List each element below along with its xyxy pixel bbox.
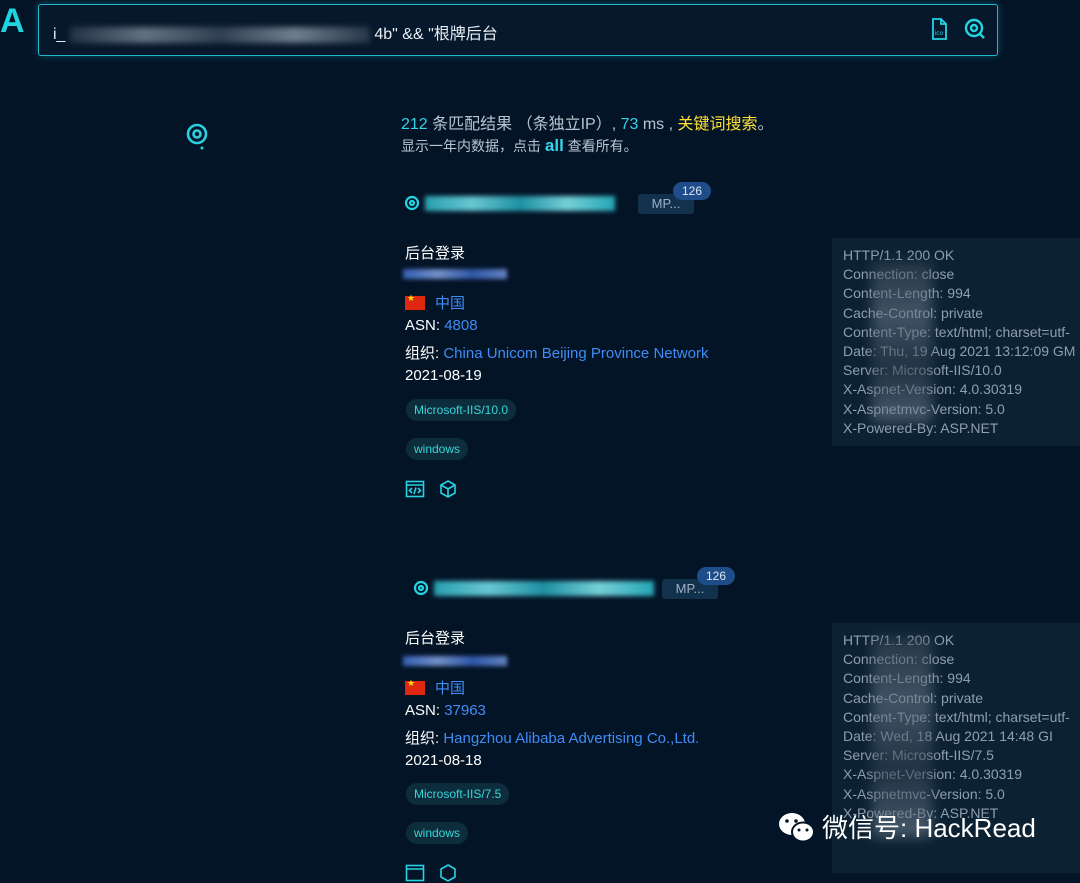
redaction-overlay: [872, 262, 932, 422]
asn-label: ASN:: [405, 702, 445, 719]
wechat-watermark: 微信号: HackRead: [778, 808, 1036, 845]
count-badge: 126: [673, 182, 711, 200]
china-flag-icon: [405, 293, 425, 310]
search-bar[interactable]: i_ 4b" && "根牌后台 ico: [38, 4, 998, 56]
org-row: 组织: Hangzhou Alibaba Advertising Co.,Ltd…: [405, 727, 699, 748]
org-label: 组织:: [405, 730, 444, 747]
asn-link[interactable]: 37963: [444, 702, 486, 719]
cube-icon[interactable]: [438, 863, 458, 883]
asn-label: ASN:: [405, 317, 445, 334]
org-link[interactable]: Hangzhou Alibaba Advertising Co.,Ltd.: [443, 730, 699, 747]
ip-redacted: [425, 195, 615, 211]
result-summary-note: 显示一年内数据，点击 all 查看所有。: [401, 136, 638, 156]
response-headers: HTTP/1.1 200 OK Connection: close Conten…: [832, 238, 1080, 446]
country-name: 中国: [435, 680, 466, 697]
ico-file-icon[interactable]: ico: [927, 17, 951, 41]
result-count: 212: [401, 116, 428, 133]
summary-period: 。: [757, 116, 774, 133]
tag-os[interactable]: windows: [406, 822, 469, 844]
org-label: 组织:: [405, 345, 444, 362]
date: 2021-08-18: [405, 752, 482, 769]
asn-row: ASN: 37963: [405, 702, 486, 719]
summary-text-1: 条匹配结果 （条独立IP）,: [427, 116, 621, 133]
org-row: 组织: China Unicom Beijing Province Networ…: [405, 342, 708, 363]
tag-server[interactable]: Microsoft-IIS/10.0: [406, 399, 517, 421]
query-redacted: [69, 26, 370, 43]
host-redacted[interactable]: [403, 656, 507, 666]
result-ip-link[interactable]: [412, 577, 654, 598]
search-icon[interactable]: [963, 17, 987, 41]
search-input[interactable]: i_ 4b" && "根牌后台: [53, 20, 498, 44]
result-ip-link[interactable]: [403, 192, 615, 213]
site-title[interactable]: 后台登录: [405, 242, 465, 263]
tag-server[interactable]: Microsoft-IIS/7.5: [406, 783, 510, 805]
asn-row: ASN: 4808: [405, 317, 478, 334]
wechat-icon: [779, 813, 815, 843]
asn-link[interactable]: 4808: [444, 317, 477, 334]
tag-os[interactable]: windows: [406, 438, 469, 460]
site-title[interactable]: 后台登录: [405, 627, 465, 648]
ip-redacted: [434, 580, 654, 596]
note-suffix: 查看所有。: [563, 138, 638, 154]
china-flag-icon: [405, 678, 425, 695]
date: 2021-08-19: [405, 367, 482, 384]
location-icon: [413, 581, 429, 596]
code-icon[interactable]: [405, 479, 425, 499]
country[interactable]: 中国: [405, 677, 465, 698]
location-icon: [404, 196, 420, 211]
country[interactable]: 中国: [405, 292, 465, 313]
host-redacted[interactable]: [403, 269, 507, 279]
query-prefix: i_: [53, 26, 66, 43]
show-all-link[interactable]: all: [545, 136, 564, 155]
count-badge: 126: [697, 567, 735, 585]
keyword-search-link[interactable]: 关键词搜索: [678, 116, 758, 133]
result-summary: 212 条匹配结果 （条独立IP）, 73 ms , 关键词搜索。: [401, 110, 774, 134]
svg-text:ico: ico: [935, 30, 944, 37]
country-name: 中国: [435, 295, 466, 312]
app-logo[interactable]: A: [0, 2, 25, 41]
query-time: 73: [620, 116, 639, 133]
cube-icon[interactable]: [438, 479, 458, 499]
query-visible-text: 4b" && "根牌后台: [374, 26, 498, 43]
org-link[interactable]: China Unicom Beijing Province Network: [443, 345, 708, 362]
watermark-text: 微信号: HackRead: [822, 813, 1036, 843]
code-icon[interactable]: [405, 863, 425, 883]
redaction-overlay: [872, 637, 932, 837]
note-prefix: 显示一年内数据，点击: [401, 138, 545, 154]
location-search-icon[interactable]: [184, 122, 210, 152]
summary-text-2: ms ,: [638, 116, 678, 133]
